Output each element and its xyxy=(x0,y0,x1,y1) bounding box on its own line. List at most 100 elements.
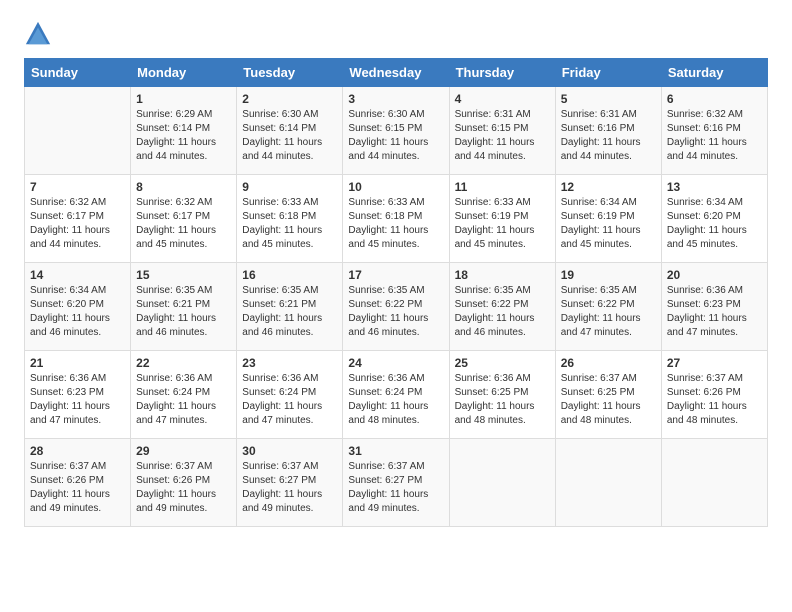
day-detail: Sunrise: 6:36 AMSunset: 6:24 PMDaylight:… xyxy=(348,372,443,428)
day-number: 4 xyxy=(455,92,550,106)
day-detail: Sunrise: 6:37 AMSunset: 6:26 PMDaylight:… xyxy=(136,460,231,516)
day-detail: Sunrise: 6:35 AMSunset: 6:21 PMDaylight:… xyxy=(242,284,337,340)
day-number: 6 xyxy=(667,92,762,106)
calendar-cell: 23 Sunrise: 6:36 AMSunset: 6:24 PMDayligh… xyxy=(237,351,343,439)
day-number: 21 xyxy=(30,356,125,370)
day-detail: Sunrise: 6:35 AMSunset: 6:22 PMDaylight:… xyxy=(455,284,550,340)
day-detail: Sunrise: 6:33 AMSunset: 6:18 PMDaylight:… xyxy=(348,196,443,252)
day-number: 13 xyxy=(667,180,762,194)
calendar-cell: 9 Sunrise: 6:33 AMSunset: 6:18 PMDaylight… xyxy=(237,175,343,263)
calendar-cell: 27 Sunrise: 6:37 AMSunset: 6:26 PMDayligh… xyxy=(661,351,767,439)
day-detail: Sunrise: 6:32 AMSunset: 6:16 PMDaylight:… xyxy=(667,108,762,164)
calendar-week-row: 21 Sunrise: 6:36 AMSunset: 6:23 PMDayligh… xyxy=(25,351,768,439)
calendar-cell: 5 Sunrise: 6:31 AMSunset: 6:16 PMDaylight… xyxy=(555,87,661,175)
calendar-cell: 31 Sunrise: 6:37 AMSunset: 6:27 PMDayligh… xyxy=(343,439,449,527)
calendar-cell: 30 Sunrise: 6:37 AMSunset: 6:27 PMDayligh… xyxy=(237,439,343,527)
day-detail: Sunrise: 6:37 AMSunset: 6:26 PMDaylight:… xyxy=(30,460,125,516)
calendar-cell: 15 Sunrise: 6:35 AMSunset: 6:21 PMDayligh… xyxy=(131,263,237,351)
logo-icon xyxy=(24,20,52,48)
calendar-week-row: 14 Sunrise: 6:34 AMSunset: 6:20 PMDayligh… xyxy=(25,263,768,351)
day-number: 8 xyxy=(136,180,231,194)
day-detail: Sunrise: 6:37 AMSunset: 6:25 PMDaylight:… xyxy=(561,372,656,428)
calendar-cell: 28Sunrise: 6:37 AMSunset: 6:26 PMDayligh… xyxy=(25,439,131,527)
calendar-cell: 22Sunrise: 6:36 AMSunset: 6:24 PMDayligh… xyxy=(131,351,237,439)
calendar-cell xyxy=(555,439,661,527)
day-number: 27 xyxy=(667,356,762,370)
day-detail: Sunrise: 6:35 AMSunset: 6:21 PMDaylight:… xyxy=(136,284,231,340)
day-detail: Sunrise: 6:36 AMSunset: 6:23 PMDaylight:… xyxy=(667,284,762,340)
calendar-cell: 8 Sunrise: 6:32 AMSunset: 6:17 PMDaylight… xyxy=(131,175,237,263)
calendar-cell: 6 Sunrise: 6:32 AMSunset: 6:16 PMDaylight… xyxy=(661,87,767,175)
day-number: 14 xyxy=(30,268,125,282)
calendar-cell: 13 Sunrise: 6:34 AMSunset: 6:20 PMDayligh… xyxy=(661,175,767,263)
day-detail: Sunrise: 6:32 AMSunset: 6:17 PMDaylight:… xyxy=(136,196,231,252)
day-detail: Sunrise: 6:36 AMSunset: 6:24 PMDaylight:… xyxy=(242,372,337,428)
calendar-cell: 29 Sunrise: 6:37 AMSunset: 6:26 PMDayligh… xyxy=(131,439,237,527)
calendar-cell: 3 Sunrise: 6:30 AMSunset: 6:15 PMDaylight… xyxy=(343,87,449,175)
day-detail: Sunrise: 6:37 AMSunset: 6:26 PMDaylight:… xyxy=(667,372,762,428)
calendar-cell: 20 Sunrise: 6:36 AMSunset: 6:23 PMDayligh… xyxy=(661,263,767,351)
day-detail: Sunrise: 6:36 AMSunset: 6:25 PMDaylight:… xyxy=(455,372,550,428)
day-number: 24 xyxy=(348,356,443,370)
day-detail: Sunrise: 6:29 AMSunset: 6:14 PMDaylight:… xyxy=(136,108,231,164)
calendar-cell: 2 Sunrise: 6:30 AMSunset: 6:14 PMDaylight… xyxy=(237,87,343,175)
day-number: 25 xyxy=(455,356,550,370)
day-detail: Sunrise: 6:37 AMSunset: 6:27 PMDaylight:… xyxy=(348,460,443,516)
calendar-cell: 1 Sunrise: 6:29 AMSunset: 6:14 PMDaylight… xyxy=(131,87,237,175)
day-number: 2 xyxy=(242,92,337,106)
day-number: 20 xyxy=(667,268,762,282)
day-number: 31 xyxy=(348,444,443,458)
day-detail: Sunrise: 6:30 AMSunset: 6:15 PMDaylight:… xyxy=(348,108,443,164)
calendar-cell xyxy=(25,87,131,175)
calendar-week-row: 1 Sunrise: 6:29 AMSunset: 6:14 PMDaylight… xyxy=(25,87,768,175)
calendar-cell: 18 Sunrise: 6:35 AMSunset: 6:22 PMDayligh… xyxy=(449,263,555,351)
calendar-header-row: SundayMondayTuesdayWednesdayThursdayFrid… xyxy=(25,59,768,87)
day-number: 16 xyxy=(242,268,337,282)
calendar-cell xyxy=(661,439,767,527)
day-detail: Sunrise: 6:34 AMSunset: 6:20 PMDaylight:… xyxy=(30,284,125,340)
day-detail: Sunrise: 6:35 AMSunset: 6:22 PMDaylight:… xyxy=(348,284,443,340)
calendar-cell: 26 Sunrise: 6:37 AMSunset: 6:25 PMDayligh… xyxy=(555,351,661,439)
calendar-cell: 17 Sunrise: 6:35 AMSunset: 6:22 PMDayligh… xyxy=(343,263,449,351)
day-number: 11 xyxy=(455,180,550,194)
day-detail: Sunrise: 6:31 AMSunset: 6:16 PMDaylight:… xyxy=(561,108,656,164)
day-detail: Sunrise: 6:33 AMSunset: 6:18 PMDaylight:… xyxy=(242,196,337,252)
calendar-week-row: 7Sunrise: 6:32 AMSunset: 6:17 PMDaylight… xyxy=(25,175,768,263)
day-number: 1 xyxy=(136,92,231,106)
day-number: 17 xyxy=(348,268,443,282)
day-number: 23 xyxy=(242,356,337,370)
header-wednesday: Wednesday xyxy=(343,59,449,87)
header-saturday: Saturday xyxy=(661,59,767,87)
day-detail: Sunrise: 6:32 AMSunset: 6:17 PMDaylight:… xyxy=(30,196,125,252)
day-detail: Sunrise: 6:34 AMSunset: 6:20 PMDaylight:… xyxy=(667,196,762,252)
day-number: 26 xyxy=(561,356,656,370)
day-number: 5 xyxy=(561,92,656,106)
header-thursday: Thursday xyxy=(449,59,555,87)
day-detail: Sunrise: 6:36 AMSunset: 6:24 PMDaylight:… xyxy=(136,372,231,428)
day-number: 15 xyxy=(136,268,231,282)
calendar-cell: 19Sunrise: 6:35 AMSunset: 6:22 PMDayligh… xyxy=(555,263,661,351)
day-detail: Sunrise: 6:30 AMSunset: 6:14 PMDaylight:… xyxy=(242,108,337,164)
day-number: 30 xyxy=(242,444,337,458)
day-number: 9 xyxy=(242,180,337,194)
header-sunday: Sunday xyxy=(25,59,131,87)
calendar-cell: 24 Sunrise: 6:36 AMSunset: 6:24 PMDayligh… xyxy=(343,351,449,439)
calendar-cell: 4Sunrise: 6:31 AMSunset: 6:15 PMDaylight… xyxy=(449,87,555,175)
day-number: 29 xyxy=(136,444,231,458)
header-friday: Friday xyxy=(555,59,661,87)
day-detail: Sunrise: 6:33 AMSunset: 6:19 PMDaylight:… xyxy=(455,196,550,252)
calendar-cell: 10 Sunrise: 6:33 AMSunset: 6:18 PMDayligh… xyxy=(343,175,449,263)
page-header xyxy=(24,20,768,48)
day-number: 3 xyxy=(348,92,443,106)
calendar-cell: 25 Sunrise: 6:36 AMSunset: 6:25 PMDayligh… xyxy=(449,351,555,439)
day-number: 10 xyxy=(348,180,443,194)
day-detail: Sunrise: 6:37 AMSunset: 6:27 PMDaylight:… xyxy=(242,460,337,516)
day-number: 19 xyxy=(561,268,656,282)
calendar-cell: 16 Sunrise: 6:35 AMSunset: 6:21 PMDayligh… xyxy=(237,263,343,351)
day-detail: Sunrise: 6:36 AMSunset: 6:23 PMDaylight:… xyxy=(30,372,125,428)
calendar-cell: 14 Sunrise: 6:34 AMSunset: 6:20 PMDayligh… xyxy=(25,263,131,351)
header-tuesday: Tuesday xyxy=(237,59,343,87)
calendar-week-row: 28Sunrise: 6:37 AMSunset: 6:26 PMDayligh… xyxy=(25,439,768,527)
calendar-cell: 7Sunrise: 6:32 AMSunset: 6:17 PMDaylight… xyxy=(25,175,131,263)
day-number: 18 xyxy=(455,268,550,282)
